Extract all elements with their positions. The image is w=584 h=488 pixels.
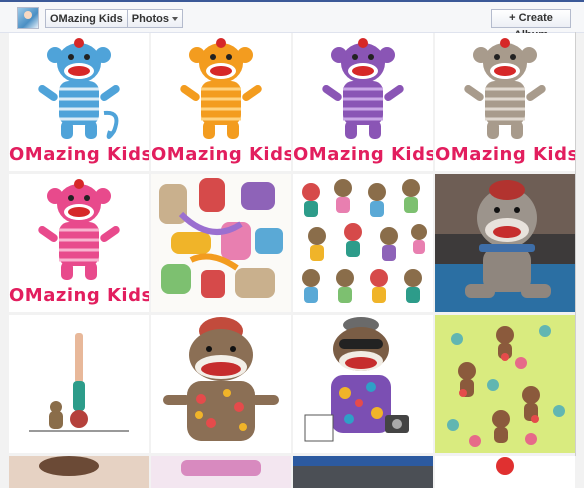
photo-caption: OMazing Kids bbox=[9, 144, 149, 165]
photo-thumbnail[interactable] bbox=[9, 456, 149, 488]
photo-caption: OMazing Kids bbox=[435, 144, 575, 165]
breadcrumb: OMazing Kids Photos bbox=[45, 9, 184, 28]
album-header: OMazing Kids Photos + Create Album bbox=[0, 2, 584, 41]
chevron-down-icon bbox=[172, 17, 179, 22]
photo-thumbnail[interactable] bbox=[435, 456, 575, 488]
photo-thumbnail[interactable] bbox=[151, 456, 291, 488]
column-divider bbox=[575, 32, 576, 456]
photo-caption: OMazing Kids bbox=[293, 144, 433, 165]
page-avatar[interactable] bbox=[17, 7, 39, 29]
photo-caption: OMazing Kids bbox=[151, 144, 291, 165]
photo-thumbnail[interactable] bbox=[293, 315, 433, 453]
breadcrumb-page-name[interactable]: OMazing Kids bbox=[46, 10, 127, 27]
photo-thumbnail[interactable]: OMazing Kids bbox=[9, 174, 149, 312]
photo-thumbnail[interactable] bbox=[435, 315, 575, 453]
photo-thumbnail[interactable]: OMazing Kids bbox=[435, 33, 575, 171]
photo-thumbnail[interactable] bbox=[293, 456, 433, 488]
photo-thumbnail[interactable] bbox=[293, 174, 433, 312]
photo-thumbnail[interactable] bbox=[435, 174, 575, 312]
breadcrumb-photos-dropdown[interactable]: Photos bbox=[128, 10, 182, 27]
photo-thumbnail[interactable] bbox=[151, 174, 291, 312]
photo-thumbnail[interactable]: OMazing Kids bbox=[151, 33, 291, 171]
photo-thumbnail[interactable] bbox=[9, 315, 149, 453]
photo-thumbnail[interactable]: OMazing Kids bbox=[293, 33, 433, 171]
photo-thumbnail[interactable]: OMazing Kids bbox=[9, 33, 149, 171]
photo-thumbnail[interactable] bbox=[151, 315, 291, 453]
photo-caption: OMazing Kids bbox=[9, 285, 149, 306]
create-album-button[interactable]: + Create Album bbox=[491, 9, 571, 41]
